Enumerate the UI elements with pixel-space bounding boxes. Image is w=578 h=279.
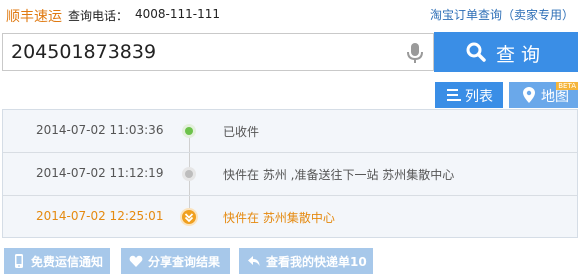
map-pin-icon bbox=[523, 87, 535, 103]
search-box bbox=[2, 33, 434, 71]
event-time: 2014-07-02 12:25:01 bbox=[36, 209, 164, 223]
search-button[interactable]: 查询 bbox=[434, 32, 578, 72]
event-status: 已收件 bbox=[223, 125, 260, 139]
timeline-row: 2014-07-02 11:03:36 已收件 bbox=[3, 110, 577, 152]
tab-map-view[interactable]: 地图 BETA bbox=[509, 82, 578, 108]
phone-label: 查询电话： bbox=[68, 9, 129, 23]
carrier-name: 顺丰速运 bbox=[6, 9, 62, 25]
tracking-number-input[interactable] bbox=[11, 40, 391, 64]
free-notify-label: 免费运信通知 bbox=[31, 255, 104, 269]
tab-list-view[interactable]: 列表 bbox=[435, 82, 503, 108]
share-result-button[interactable]: 分享查询结果 bbox=[121, 248, 230, 274]
event-time: 2014-07-02 11:03:36 bbox=[36, 123, 164, 137]
event-status: 快件在 苏州集散中心 bbox=[223, 211, 335, 225]
tab-list-label: 列表 bbox=[465, 89, 493, 105]
top-bar: 顺丰速运 查询电话： 4008-111-111 淘宝订单查询（卖家专用） bbox=[0, 0, 578, 30]
phone-number: 4008-111-111 bbox=[135, 7, 221, 21]
list-icon bbox=[447, 89, 461, 101]
event-time: 2014-07-02 11:12:19 bbox=[36, 166, 164, 180]
heart-icon bbox=[129, 255, 143, 267]
latest-status-icon bbox=[180, 208, 198, 226]
free-notify-button[interactable]: 免费运信通知 bbox=[4, 248, 110, 274]
status-done-icon bbox=[182, 124, 196, 138]
beta-badge: BETA bbox=[556, 82, 578, 90]
search-button-label: 查询 bbox=[496, 44, 547, 66]
search-icon bbox=[466, 42, 486, 62]
phone-icon bbox=[15, 254, 23, 268]
timeline-row: 2014-07-02 11:12:19 快件在 苏州 ,准备送往下一站 苏州集散… bbox=[3, 152, 577, 195]
tracking-timeline: 2014-07-02 11:03:36 已收件 2014-07-02 11:12… bbox=[2, 109, 578, 238]
view-my-parcels-button[interactable]: 查看我的快递单10 bbox=[239, 248, 373, 274]
status-transit-icon bbox=[182, 167, 196, 181]
view-my-parcels-label: 查看我的快递单10 bbox=[266, 255, 367, 269]
event-status: 快件在 苏州 ,准备送往下一站 苏州集散中心 bbox=[223, 168, 455, 182]
share-result-label: 分享查询结果 bbox=[148, 255, 221, 269]
back-arrow-icon bbox=[248, 256, 260, 266]
microphone-icon[interactable] bbox=[405, 42, 425, 64]
taobao-order-query-link[interactable]: 淘宝订单查询（卖家专用） bbox=[430, 6, 574, 23]
timeline-row-latest: 2014-07-02 12:25:01 快件在 苏州集散中心 bbox=[3, 195, 577, 238]
